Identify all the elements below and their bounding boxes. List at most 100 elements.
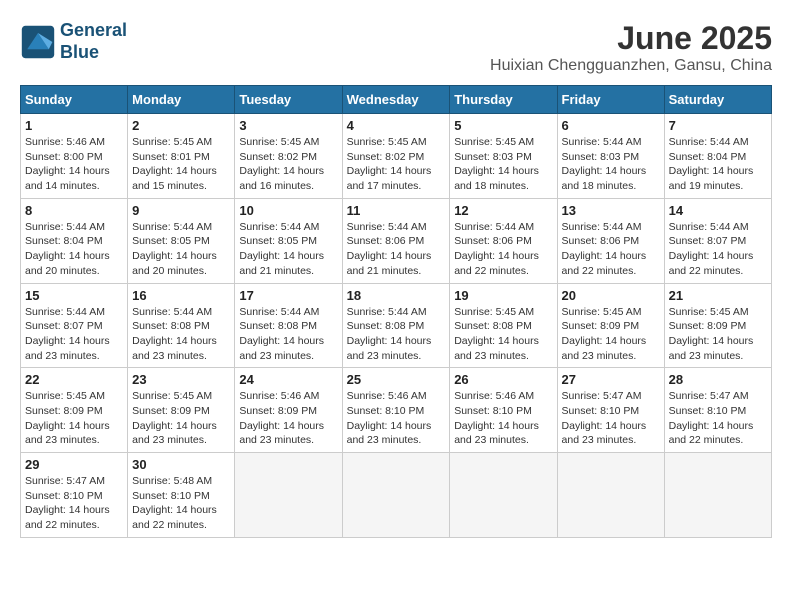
day-info: Sunrise: 5:46 AMSunset: 8:00 PMDaylight:… — [25, 135, 123, 194]
day-cell: 22Sunrise: 5:45 AMSunset: 8:09 PMDayligh… — [21, 368, 128, 453]
day-cell — [235, 453, 342, 538]
day-info: Sunrise: 5:44 AMSunset: 8:06 PMDaylight:… — [347, 220, 446, 279]
day-number: 13 — [562, 203, 660, 218]
day-cell: 21 Sunrise: 5:45 AMSunset: 8:09 PMDayligh… — [664, 283, 771, 368]
day-cell: 12 Sunrise: 5:44 AMSunset: 8:06 PMDayligh… — [450, 198, 557, 283]
day-info: Sunrise: 5:44 AMSunset: 8:08 PMDaylight:… — [347, 305, 446, 364]
day-number: 23 — [132, 372, 230, 387]
day-info: Sunrise: 5:47 AMSunset: 8:10 PMDaylight:… — [562, 389, 660, 448]
day-number: 28 — [669, 372, 767, 387]
day-number: 19 — [454, 288, 552, 303]
week-row-5: 29 Sunrise: 5:47 AMSunset: 8:10 PMDayligh… — [21, 453, 772, 538]
day-cell: 10 Sunrise: 5:44 AMSunset: 8:05 PMDayligh… — [235, 198, 342, 283]
day-info: Sunrise: 5:45 AMSunset: 8:02 PMDaylight:… — [239, 135, 337, 194]
day-cell: 8 Sunrise: 5:44 AMSunset: 8:04 PMDaylight… — [21, 198, 128, 283]
day-number: 16 — [132, 288, 230, 303]
calendar-table: SundayMondayTuesdayWednesdayThursdayFrid… — [20, 85, 772, 538]
location-title: Huixian Chengguanzhen, Gansu, China — [490, 57, 772, 75]
day-info: Sunrise: 5:47 AMSunset: 8:10 PMDaylight:… — [669, 389, 767, 448]
day-info: Sunrise: 5:46 AMSunset: 8:10 PMDaylight:… — [347, 389, 446, 448]
header-wednesday: Wednesday — [342, 86, 450, 114]
day-number: 2 — [132, 118, 230, 133]
day-cell: 26Sunrise: 5:46 AMSunset: 8:10 PMDayligh… — [450, 368, 557, 453]
day-info: Sunrise: 5:45 AMSunset: 8:09 PMDaylight:… — [25, 389, 123, 448]
day-cell: 20Sunrise: 5:45 AMSunset: 8:09 PMDayligh… — [557, 283, 664, 368]
day-number: 15 — [25, 288, 123, 303]
day-number: 12 — [454, 203, 552, 218]
day-number: 9 — [132, 203, 230, 218]
day-number: 1 — [25, 118, 123, 133]
week-row-1: 1 Sunrise: 5:46 AMSunset: 8:00 PMDaylight… — [21, 114, 772, 199]
day-number: 8 — [25, 203, 123, 218]
day-cell: 27 Sunrise: 5:47 AMSunset: 8:10 PMDayligh… — [557, 368, 664, 453]
day-number: 30 — [132, 457, 230, 472]
day-number: 11 — [347, 203, 446, 218]
day-info: Sunrise: 5:44 AMSunset: 8:04 PMDaylight:… — [25, 220, 123, 279]
day-info: Sunrise: 5:45 AMSunset: 8:09 PMDaylight:… — [562, 305, 660, 364]
day-info: Sunrise: 5:44 AMSunset: 8:05 PMDaylight:… — [239, 220, 337, 279]
day-cell: 3 Sunrise: 5:45 AMSunset: 8:02 PMDaylight… — [235, 114, 342, 199]
day-cell: 28 Sunrise: 5:47 AMSunset: 8:10 PMDayligh… — [664, 368, 771, 453]
day-info: Sunrise: 5:45 AMSunset: 8:01 PMDaylight:… — [132, 135, 230, 194]
day-cell: 9 Sunrise: 5:44 AMSunset: 8:05 PMDaylight… — [128, 198, 235, 283]
day-number: 4 — [347, 118, 446, 133]
day-info: Sunrise: 5:44 AMSunset: 8:08 PMDaylight:… — [239, 305, 337, 364]
day-info: Sunrise: 5:46 AMSunset: 8:09 PMDaylight:… — [239, 389, 337, 448]
day-cell: 1 Sunrise: 5:46 AMSunset: 8:00 PMDaylight… — [21, 114, 128, 199]
page-header: General Blue June 2025 Huixian Chengguan… — [20, 20, 772, 75]
header-saturday: Saturday — [664, 86, 771, 114]
day-info: Sunrise: 5:44 AMSunset: 8:05 PMDaylight:… — [132, 220, 230, 279]
day-number: 26 — [454, 372, 552, 387]
day-info: Sunrise: 5:44 AMSunset: 8:07 PMDaylight:… — [669, 220, 767, 279]
day-cell — [342, 453, 450, 538]
day-cell: 13 Sunrise: 5:44 AMSunset: 8:06 PMDayligh… — [557, 198, 664, 283]
day-cell: 19 Sunrise: 5:45 AMSunset: 8:08 PMDayligh… — [450, 283, 557, 368]
day-cell: 25 Sunrise: 5:46 AMSunset: 8:10 PMDayligh… — [342, 368, 450, 453]
day-cell: 24Sunrise: 5:46 AMSunset: 8:09 PMDayligh… — [235, 368, 342, 453]
day-cell: 18 Sunrise: 5:44 AMSunset: 8:08 PMDayligh… — [342, 283, 450, 368]
header-friday: Friday — [557, 86, 664, 114]
week-row-3: 15Sunrise: 5:44 AMSunset: 8:07 PMDayligh… — [21, 283, 772, 368]
day-info: Sunrise: 5:44 AMSunset: 8:06 PMDaylight:… — [562, 220, 660, 279]
title-area: June 2025 Huixian Chengguanzhen, Gansu, … — [490, 20, 772, 75]
header-tuesday: Tuesday — [235, 86, 342, 114]
day-cell: 15Sunrise: 5:44 AMSunset: 8:07 PMDayligh… — [21, 283, 128, 368]
day-cell: 11 Sunrise: 5:44 AMSunset: 8:06 PMDayligh… — [342, 198, 450, 283]
day-cell — [557, 453, 664, 538]
logo-line1: General — [60, 20, 127, 42]
day-info: Sunrise: 5:44 AMSunset: 8:08 PMDaylight:… — [132, 305, 230, 364]
day-info: Sunrise: 5:45 AMSunset: 8:09 PMDaylight:… — [132, 389, 230, 448]
day-cell: 5 Sunrise: 5:45 AMSunset: 8:03 PMDaylight… — [450, 114, 557, 199]
month-title: June 2025 — [490, 20, 772, 57]
day-number: 5 — [454, 118, 552, 133]
week-row-2: 8 Sunrise: 5:44 AMSunset: 8:04 PMDaylight… — [21, 198, 772, 283]
day-cell: 7 Sunrise: 5:44 AMSunset: 8:04 PMDaylight… — [664, 114, 771, 199]
header-monday: Monday — [128, 86, 235, 114]
day-number: 29 — [25, 457, 123, 472]
day-info: Sunrise: 5:44 AMSunset: 8:06 PMDaylight:… — [454, 220, 552, 279]
day-info: Sunrise: 5:45 AMSunset: 8:09 PMDaylight:… — [669, 305, 767, 364]
day-info: Sunrise: 5:48 AMSunset: 8:10 PMDaylight:… — [132, 474, 230, 533]
day-info: Sunrise: 5:47 AMSunset: 8:10 PMDaylight:… — [25, 474, 123, 533]
logo: General Blue — [20, 20, 127, 63]
day-number: 17 — [239, 288, 337, 303]
day-cell: 23 Sunrise: 5:45 AMSunset: 8:09 PMDayligh… — [128, 368, 235, 453]
day-number: 7 — [669, 118, 767, 133]
day-cell — [450, 453, 557, 538]
day-number: 27 — [562, 372, 660, 387]
calendar-header: SundayMondayTuesdayWednesdayThursdayFrid… — [21, 86, 772, 114]
day-number: 25 — [347, 372, 446, 387]
day-number: 18 — [347, 288, 446, 303]
day-number: 21 — [669, 288, 767, 303]
logo-line2: Blue — [60, 42, 127, 64]
day-cell: 4 Sunrise: 5:45 AMSunset: 8:02 PMDaylight… — [342, 114, 450, 199]
header-thursday: Thursday — [450, 86, 557, 114]
day-number: 3 — [239, 118, 337, 133]
day-info: Sunrise: 5:45 AMSunset: 8:03 PMDaylight:… — [454, 135, 552, 194]
day-info: Sunrise: 5:45 AMSunset: 8:02 PMDaylight:… — [347, 135, 446, 194]
day-info: Sunrise: 5:45 AMSunset: 8:08 PMDaylight:… — [454, 305, 552, 364]
day-info: Sunrise: 5:44 AMSunset: 8:04 PMDaylight:… — [669, 135, 767, 194]
day-number: 10 — [239, 203, 337, 218]
week-row-4: 22Sunrise: 5:45 AMSunset: 8:09 PMDayligh… — [21, 368, 772, 453]
day-cell: 6Sunrise: 5:44 AMSunset: 8:03 PMDaylight… — [557, 114, 664, 199]
